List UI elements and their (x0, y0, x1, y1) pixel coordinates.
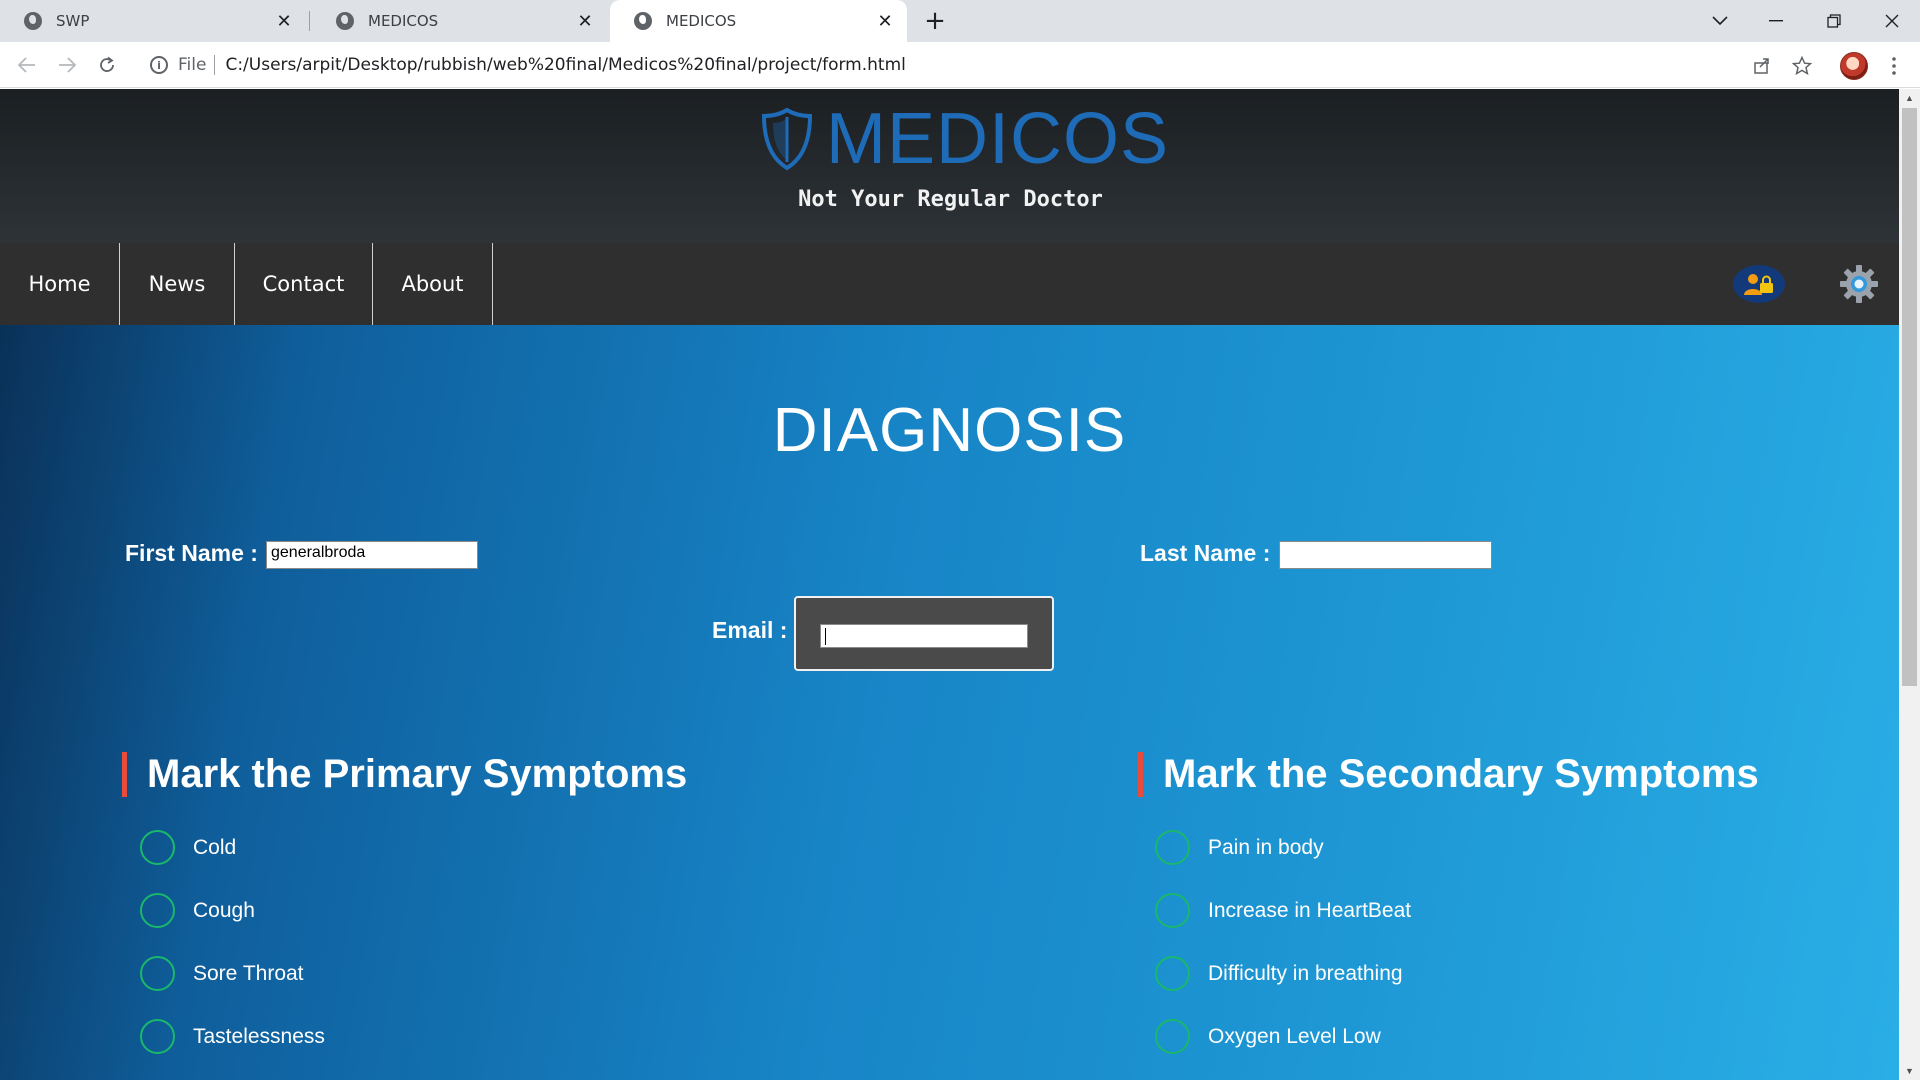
user-lock-icon[interactable] (1733, 265, 1785, 303)
scroll-thumb[interactable] (1902, 108, 1917, 686)
symptom-label: Cold (193, 835, 237, 859)
tab-close-icon[interactable]: ✕ (571, 11, 599, 32)
first-name-label: First Name : (125, 540, 258, 566)
shield-icon (761, 107, 813, 171)
tab-title: MEDICOS (368, 12, 439, 30)
symptom-label: Sore Throat (193, 961, 304, 985)
nav-contact[interactable]: Contact (235, 243, 373, 325)
close-window-button[interactable] (1864, 0, 1920, 42)
text-caret (825, 628, 826, 645)
brand-name: MEDICOS (826, 99, 1170, 179)
site-tagline: Not Your Regular Doctor (798, 187, 1103, 212)
tab-title: MEDICOS (666, 12, 737, 30)
forward-arrow-icon (59, 57, 76, 73)
symptom-pain-in-body[interactable]: Pain in body (1155, 830, 1324, 865)
reload-icon (100, 56, 114, 72)
nav-about[interactable]: About (373, 243, 493, 325)
site-header: MEDICOS Not Your Regular Doctor (0, 89, 1899, 243)
browser-window: SWP ✕ MEDICOS ✕ MEDICOS ✕ + i File C:/Us… (0, 0, 1920, 1080)
tab-search-button[interactable] (1692, 0, 1748, 42)
radio-button[interactable] (140, 830, 175, 865)
nav-news[interactable]: News (120, 243, 235, 325)
symptom-cold[interactable]: Cold (140, 830, 236, 865)
site-nav: Home News Contact About (0, 243, 1899, 325)
symptom-sore-throat[interactable]: Sore Throat (140, 956, 304, 991)
back-arrow-icon (18, 57, 35, 73)
scroll-up-arrow-icon[interactable]: ▲ (1899, 89, 1920, 107)
info-icon[interactable]: i (150, 56, 168, 74)
page-scrollbar[interactable]: ▲ ▼ (1899, 89, 1920, 1080)
tab-title: SWP (56, 12, 90, 30)
radio-button[interactable] (140, 893, 175, 928)
tab-medicos[interactable]: MEDICOS ✕ (312, 0, 607, 42)
nav-home[interactable]: Home (0, 243, 120, 325)
site-logo[interactable]: MEDICOS (760, 103, 1169, 175)
section-title: Mark the Primary Symptoms (147, 752, 688, 796)
email-field[interactable] (820, 624, 1028, 648)
address-bar[interactable]: i File C:/Users/arpit/Desktop/rubbish/we… (140, 47, 1760, 83)
radio-button[interactable] (140, 1019, 175, 1054)
email-field-focus-box (794, 596, 1054, 671)
share-icon[interactable] (1750, 54, 1774, 78)
tab-strip: SWP ✕ MEDICOS ✕ MEDICOS ✕ + (0, 0, 1920, 42)
radio-button[interactable] (1155, 956, 1190, 991)
accent-bar (122, 752, 127, 797)
bookmark-star-icon[interactable] (1790, 54, 1814, 78)
profile-avatar[interactable] (1840, 52, 1868, 80)
gear-icon[interactable] (1838, 263, 1880, 305)
omnibox-separator (214, 55, 216, 75)
symptom-oxygen-level-low[interactable]: Oxygen Level Low (1155, 1019, 1381, 1054)
minimize-button[interactable] (1748, 0, 1804, 42)
forward-button[interactable] (52, 50, 82, 80)
back-button[interactable] (12, 50, 42, 80)
symptom-label: Oxygen Level Low (1208, 1024, 1381, 1048)
diagnosis-form: DIAGNOSIS First Name : generalbroda Last… (0, 325, 1899, 1080)
tab-swp[interactable]: SWP ✕ (0, 0, 306, 42)
email-label: Email : (712, 617, 788, 643)
tab-separator (309, 11, 310, 31)
symptom-cough[interactable]: Cough (140, 893, 255, 928)
symptom-label: Pain in body (1208, 835, 1324, 859)
radio-button[interactable] (140, 956, 175, 991)
primary-symptoms-heading: Mark the Primary Symptoms (122, 752, 687, 797)
tab-close-icon[interactable]: ✕ (871, 11, 899, 32)
restore-icon (1827, 14, 1841, 28)
scheme-label: File (178, 55, 207, 75)
page-viewport: MEDICOS Not Your Regular Doctor Home New… (0, 89, 1899, 1080)
first-name-input[interactable]: generalbroda (266, 541, 478, 569)
radio-button[interactable] (1155, 1019, 1190, 1054)
symptom-label: Increase in HeartBeat (1208, 898, 1412, 922)
globe-icon (336, 12, 354, 30)
symptom-difficulty-in-breathing[interactable]: Difficulty in breathing (1155, 956, 1403, 991)
close-icon (1885, 14, 1899, 28)
new-tab-button[interactable]: + (920, 0, 950, 42)
kebab-menu-icon[interactable] (1882, 54, 1906, 78)
radio-button[interactable] (1155, 893, 1190, 928)
symptom-increase-in-heartbeat[interactable]: Increase in HeartBeat (1155, 893, 1411, 928)
scroll-down-arrow-icon[interactable]: ▼ (1899, 1062, 1920, 1080)
secondary-symptoms-heading: Mark the Secondary Symptoms (1138, 752, 1759, 797)
tab-close-icon[interactable]: ✕ (270, 11, 298, 32)
last-name-input[interactable] (1279, 541, 1492, 569)
last-name-label: Last Name : (1140, 540, 1271, 566)
section-title: Mark the Secondary Symptoms (1163, 752, 1759, 796)
reload-button[interactable] (92, 50, 122, 80)
accent-bar (1138, 752, 1143, 797)
browser-toolbar: i File C:/Users/arpit/Desktop/rubbish/we… (0, 42, 1920, 88)
globe-icon (634, 12, 652, 30)
chevron-down-icon (1712, 16, 1728, 26)
radio-button[interactable] (1155, 830, 1190, 865)
symptom-label: Difficulty in breathing (1208, 961, 1403, 985)
symptom-tastelessness[interactable]: Tastelessness (140, 1019, 325, 1054)
restore-button[interactable] (1806, 0, 1862, 42)
globe-icon (24, 12, 42, 30)
symptom-label: Cough (193, 898, 255, 922)
url-text[interactable]: C:/Users/arpit/Desktop/rubbish/web%20fin… (225, 55, 905, 75)
page-title: DIAGNOSIS (772, 396, 1127, 465)
minimize-icon (1769, 20, 1783, 22)
tab-medicos-active[interactable]: MEDICOS ✕ (610, 0, 907, 42)
symptom-label: Tastelessness (193, 1024, 325, 1048)
